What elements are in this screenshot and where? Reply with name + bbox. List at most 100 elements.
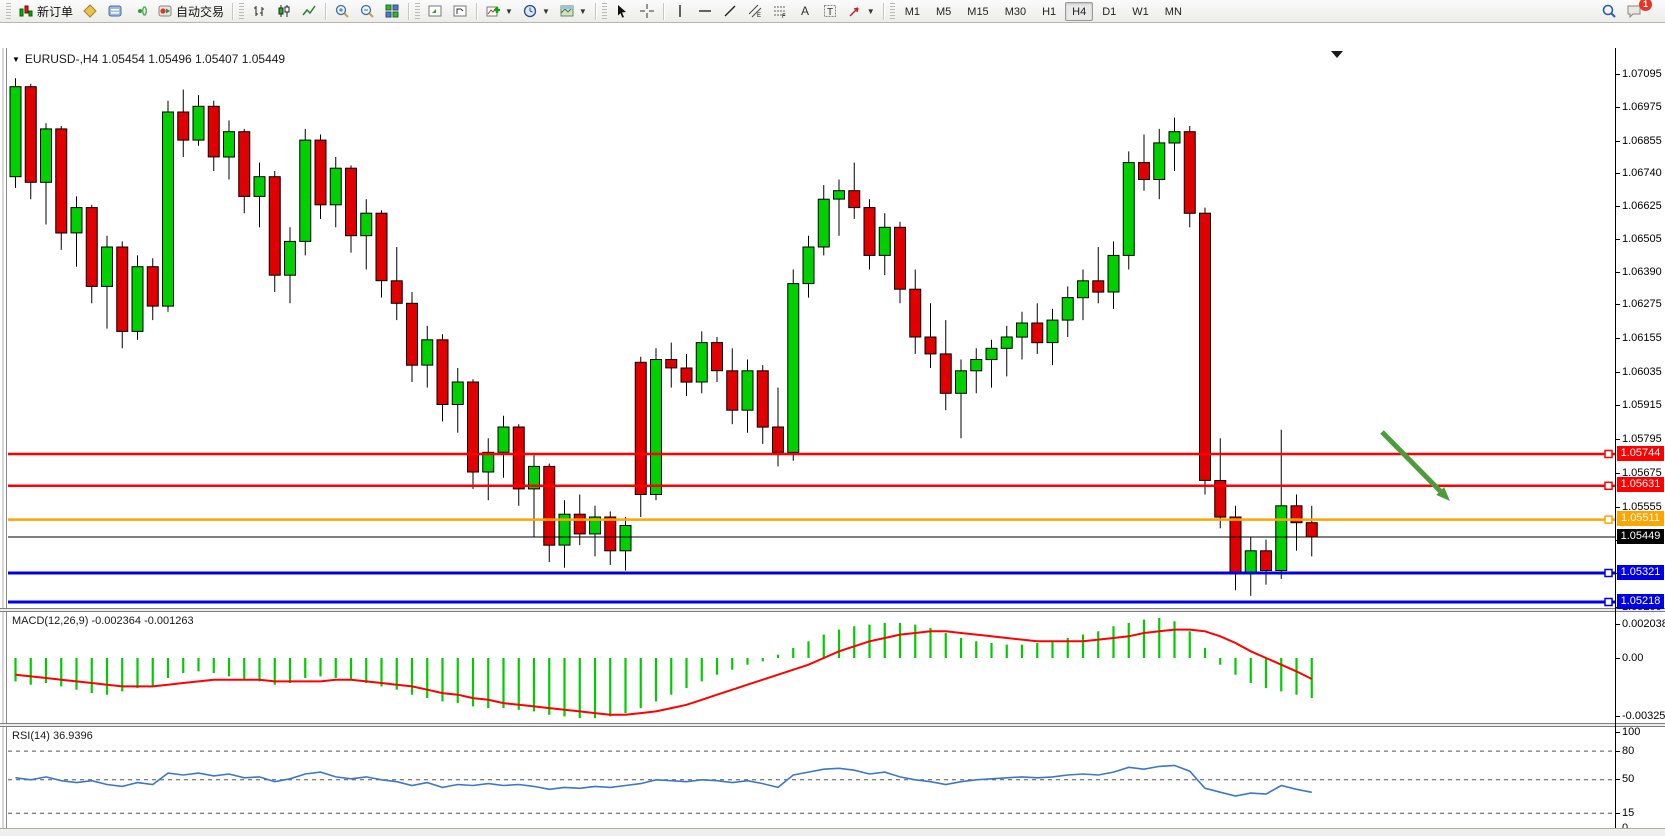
timeframe-m5[interactable]: M5 — [929, 2, 958, 21]
clock-icon — [522, 3, 538, 19]
price-level-label: 1.05321 — [1617, 565, 1664, 580]
chevron-down-icon: ▼ — [579, 7, 587, 16]
notifications-button[interactable]: 1 — [1622, 1, 1647, 21]
profile-chart-icon — [427, 3, 443, 19]
main-toolbar: 新订单 自动交易 — [0, 0, 1665, 23]
price-tick-label: 1.06390 — [1622, 266, 1664, 279]
indicators-button[interactable]: ▼ — [481, 1, 517, 21]
price-chart[interactable] — [8, 48, 1615, 608]
rsi-axis-label: 15 — [1622, 807, 1664, 820]
text-a-icon: A — [797, 3, 813, 19]
fibonacci-button[interactable]: F — [768, 1, 792, 21]
timeframe-w1[interactable]: W1 — [1125, 2, 1156, 21]
equidistant-channel-icon: E — [747, 3, 763, 19]
price-tick-label: 1.05915 — [1622, 399, 1664, 412]
vertical-line-button[interactable] — [668, 1, 692, 21]
timeframe-d1[interactable]: D1 — [1095, 2, 1123, 21]
price-tick-label: 1.06275 — [1622, 298, 1664, 311]
mt4-window: 新订单 自动交易 — [0, 0, 1665, 836]
new-order-button[interactable]: 新订单 — [14, 1, 77, 21]
chart-shift-marker — [1331, 51, 1343, 58]
channel-button[interactable]: E — [743, 1, 767, 21]
svg-text:F: F — [782, 14, 786, 19]
candlestick-chart-icon — [276, 3, 292, 19]
bar-chart-button[interactable] — [247, 1, 271, 21]
svg-text:A: A — [801, 4, 809, 18]
trendline-icon — [722, 3, 738, 19]
candlestick-chart-button[interactable] — [272, 1, 296, 21]
trendline-button[interactable] — [718, 1, 742, 21]
templates-button[interactable]: ▼ — [555, 1, 591, 21]
arrows-button[interactable]: ▼ — [843, 1, 879, 21]
timeframe-m30[interactable]: M30 — [998, 2, 1033, 21]
cursor-button[interactable] — [610, 1, 634, 21]
timeframe-toolbar: M1M5M15M30H1H4D1W1MN — [898, 2, 1189, 21]
autotrading-icon — [157, 3, 173, 19]
rsi-axis-label: 80 — [1622, 745, 1664, 758]
chevron-down-icon: ▼ — [867, 7, 875, 16]
status-bar — [0, 828, 1665, 836]
price-level-label: 1.05631 — [1617, 477, 1664, 492]
price-axis[interactable] — [1615, 48, 1616, 836]
crosshair-button[interactable] — [635, 1, 659, 21]
depth-icon — [107, 3, 123, 19]
rsi-axis-label: 50 — [1622, 773, 1664, 786]
line-chart-button[interactable] — [297, 1, 321, 21]
price-level-label: 1.05218 — [1617, 594, 1664, 609]
svg-text:T: T — [827, 7, 833, 18]
market-depth-button[interactable] — [103, 1, 127, 21]
horizontal-line-icon — [697, 3, 713, 19]
chevron-down-icon: ▼ — [542, 7, 550, 16]
autotrading-button[interactable]: 自动交易 — [153, 1, 228, 21]
bar-chart-icon — [251, 3, 267, 19]
search-button[interactable] — [1597, 1, 1621, 21]
macd-axis-label: 0.002038 — [1622, 618, 1664, 631]
price-level-label: 1.05511 — [1617, 511, 1664, 526]
price-tick-label: 1.06625 — [1622, 200, 1664, 213]
price-tick-label: 1.06975 — [1622, 101, 1664, 114]
text-label-icon: T — [822, 3, 838, 19]
price-tick-label: 1.07095 — [1622, 68, 1664, 81]
price-tick-label: 1.06740 — [1622, 167, 1664, 180]
horizontal-line-button[interactable] — [693, 1, 717, 21]
price-tick-label: 1.06855 — [1622, 135, 1664, 148]
notification-badge: 1 — [1639, 0, 1652, 11]
macd-axis-label: 0.00 — [1622, 652, 1664, 665]
zoom-in-icon — [334, 3, 350, 19]
text-label-button[interactable]: T — [818, 1, 842, 21]
timeframe-m1[interactable]: M1 — [898, 2, 927, 21]
profile-chart-button[interactable] — [423, 1, 447, 21]
periods-button[interactable]: ▼ — [518, 1, 554, 21]
template-icon — [559, 3, 575, 19]
signal-icon — [132, 3, 148, 19]
timeframe-m15[interactable]: M15 — [960, 2, 995, 21]
price-tick-label: 1.06035 — [1622, 366, 1664, 379]
cursor-icon — [614, 3, 630, 19]
rsi-panel[interactable] — [8, 727, 1615, 836]
autotrading-label: 自动交易 — [176, 3, 224, 20]
zoom-in-button[interactable] — [330, 1, 354, 21]
zoom-out-button[interactable] — [355, 1, 379, 21]
timeframe-h4[interactable]: H4 — [1065, 2, 1093, 21]
price-level-label: 1.05449 — [1617, 529, 1664, 544]
add-indicator-icon — [485, 3, 501, 19]
macd-axis-label: -0.003256 — [1622, 710, 1664, 723]
signals-button[interactable] — [128, 1, 152, 21]
zoom-out-icon — [359, 3, 375, 19]
tile-windows-icon — [384, 3, 400, 19]
styler-button[interactable] — [78, 1, 102, 21]
macd-panel[interactable] — [8, 612, 1615, 723]
gold-diamond-icon — [82, 3, 98, 19]
price-level-label: 1.05744 — [1617, 446, 1664, 461]
text-button[interactable]: A — [793, 1, 817, 21]
timeframe-mn[interactable]: MN — [1158, 2, 1189, 21]
timeframe-h1[interactable]: H1 — [1035, 2, 1063, 21]
arrow-object-icon — [847, 3, 863, 19]
price-tick-label: 1.06505 — [1622, 233, 1664, 246]
tile-windows-button[interactable] — [380, 1, 404, 21]
price-tick-label: 1.05795 — [1622, 433, 1664, 446]
toolbar-grip[interactable] — [6, 3, 11, 19]
crosshair-icon — [639, 3, 655, 19]
step-chart-button[interactable] — [448, 1, 472, 21]
step-chart-icon — [452, 3, 468, 19]
